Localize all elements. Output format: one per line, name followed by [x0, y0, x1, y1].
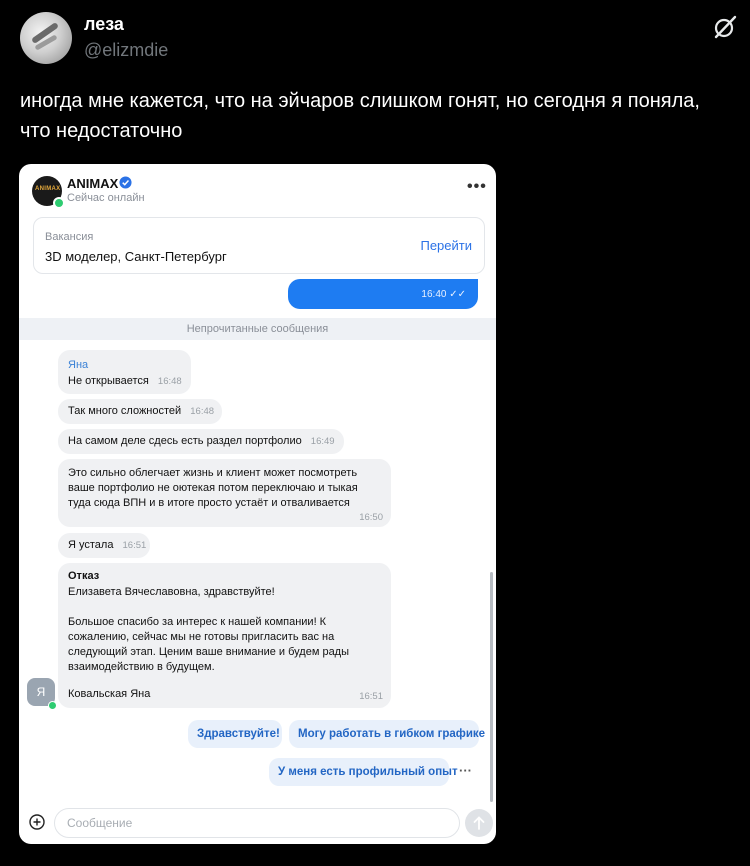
vacancy-card: Вакансия 3D моделер, Санкт-Петербург Пер…: [33, 217, 485, 274]
online-indicator: [48, 701, 57, 710]
outgoing-message: 16:40 ✓✓: [288, 279, 478, 309]
unread-separator: Непрочитанные сообщения: [19, 318, 496, 340]
vacancy-open-link[interactable]: Перейти: [420, 238, 472, 253]
message-time: 16:50: [359, 512, 383, 523]
incoming-message: На самом деле сдесь есть раздел портфоли…: [58, 429, 344, 454]
send-arrow-icon: [473, 816, 485, 830]
send-button[interactable]: [465, 809, 493, 837]
attach-icon[interactable]: [29, 814, 45, 830]
rejection-title: Отказ: [68, 570, 100, 582]
rejection-body: Большое спасибо за интерес к нашей компа…: [68, 616, 350, 673]
outgoing-time: 16:40 ✓✓: [421, 289, 466, 300]
scrollbar[interactable]: [490, 572, 493, 802]
incoming-message: Это сильно облегчает жизнь и клиент може…: [58, 459, 391, 527]
author-handle[interactable]: @elizmdie: [84, 40, 168, 61]
vacancy-title: 3D моделер, Санкт-Петербург: [45, 249, 227, 264]
rejection-signature: Ковальская Яна: [68, 688, 151, 700]
message-text: Не открывается: [68, 375, 149, 387]
verified-icon: [119, 176, 132, 189]
message-text: Я устала: [68, 539, 114, 551]
more-replies-icon[interactable]: ···: [459, 763, 472, 778]
message-input[interactable]: [65, 815, 449, 831]
quick-reply-button[interactable]: Здравствуйте!: [188, 720, 282, 748]
company-name: ANIMAX: [67, 176, 119, 191]
grok-icon[interactable]: [712, 14, 738, 40]
chat-screenshot[interactable]: ANIMAX ANIMAX Сейчас онлайн ••• Вакансия…: [19, 164, 496, 844]
sender-name: Яна: [68, 359, 89, 371]
message-text: Так много сложностей: [68, 405, 182, 417]
rejection-message: Отказ Елизавета Вячеславовна, здравствуй…: [58, 563, 391, 708]
message-time: 16:48: [157, 376, 182, 387]
more-options-icon[interactable]: •••: [467, 178, 487, 196]
message-time: 16:48: [190, 406, 215, 417]
message-input-box[interactable]: [54, 808, 460, 838]
profile-avatar[interactable]: [20, 12, 72, 64]
author-name[interactable]: леза: [84, 14, 124, 35]
online-indicator: [53, 197, 65, 209]
quick-reply-button[interactable]: Могу работать в гибком графике: [289, 720, 485, 748]
incoming-message: Так много сложностей 16:48: [58, 399, 222, 424]
tweet-text: иногда мне кажется, что на эйчаров слишк…: [20, 90, 700, 142]
rejection-greeting: Елизавета Вячеславовна, здравствуйте!: [68, 586, 275, 598]
incoming-message: Яна Не открывается 16:48: [58, 350, 191, 394]
message-text: На самом деле сдесь есть раздел портфоли…: [68, 435, 302, 447]
message-text: Это сильно облегчает жизнь и клиент може…: [68, 467, 358, 509]
message-time: 16:49: [310, 436, 335, 447]
vacancy-caption: Вакансия: [45, 231, 94, 243]
company-status: Сейчас онлайн: [67, 192, 145, 204]
message-time: 16:51: [359, 691, 383, 702]
incoming-message: Я устала 16:51: [58, 533, 150, 558]
message-time: 16:51: [122, 540, 147, 551]
quick-reply-button[interactable]: У меня есть профильный опыт: [269, 758, 458, 786]
